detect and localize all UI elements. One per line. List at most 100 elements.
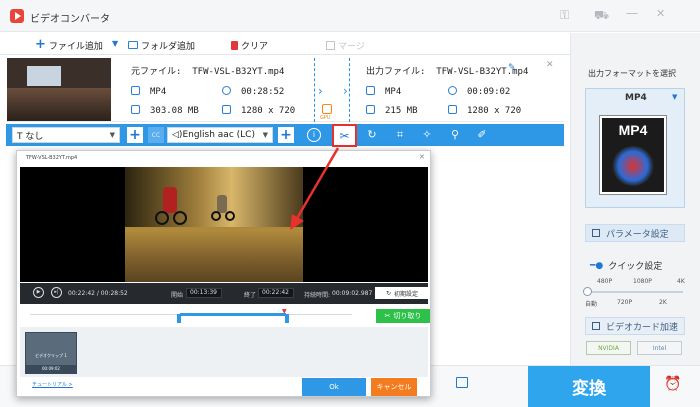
thumbnail-screen — [27, 66, 61, 86]
cc-icon[interactable]: CC — [148, 127, 164, 143]
mp4-format-icon: MP4 — [600, 116, 666, 194]
format-icon — [366, 86, 375, 95]
convert-button[interactable]: 変換 — [528, 366, 650, 407]
source-duration: 00:28:52 — [222, 86, 284, 97]
source-size: 303.08 MB — [131, 105, 199, 116]
source-resolution: 1280 x 720 — [222, 105, 295, 116]
arrow-shaft — [294, 147, 340, 221]
end-handle[interactable] — [285, 314, 289, 323]
output-size: 215 MB — [366, 105, 418, 116]
out-size-value: 215 MB — [385, 106, 418, 116]
parameter-settings-button[interactable]: パラメータ設定 — [585, 224, 685, 242]
quality-slider-track[interactable] — [587, 291, 683, 293]
bike-wheel-icon — [211, 211, 221, 221]
clear-label: クリア — [241, 41, 269, 52]
video-thumbnail[interactable] — [7, 58, 111, 121]
add-folder-button[interactable]: フォルダ追加 — [128, 38, 195, 52]
format-dropdown-icon: ▼ — [672, 93, 678, 101]
source-file-row: 元ファイル: TFW-VSL-B32YT.mp4 — [131, 64, 284, 77]
output-folder-icon[interactable] — [456, 377, 468, 388]
speaker-icon: ◁) — [172, 130, 183, 140]
clip-time: 00:09:02 — [26, 365, 76, 373]
plus-icon: + — [35, 37, 46, 52]
arrow-right-icon: › — [343, 84, 348, 98]
add-subtitle-button[interactable]: + — [127, 127, 143, 143]
tick-1080p: 1080P — [633, 278, 652, 285]
play-icon[interactable]: ▶ — [33, 287, 44, 298]
quick-settings: ━● クイック設定 — [590, 259, 663, 273]
quick-settings-label: クイック設定 — [608, 262, 663, 272]
src-format-value: MP4 — [150, 87, 167, 97]
edit-pencil-icon[interactable]: ✎ — [508, 63, 516, 73]
add-file-button[interactable]: + ファイル追加 — [35, 38, 103, 52]
clip-thumbnail[interactable]: 00:09:02 ビデオクリップ 1 — [25, 332, 77, 374]
annotation-arrow — [290, 147, 340, 230]
close-icon[interactable]: ✕ — [656, 7, 665, 20]
duration-label: 持続時間: — [304, 292, 331, 299]
output-format: MP4 — [366, 86, 401, 97]
quality-slider-knob[interactable] — [583, 287, 592, 296]
tutorial-link[interactable]: チュートリアル > — [32, 381, 73, 388]
end-time-input[interactable]: 00:22:42 — [258, 288, 294, 298]
selected-range — [180, 313, 286, 316]
reset-button[interactable]: ↻ 初期設定 — [375, 287, 429, 299]
output-file-row: 出力ファイル: TFW-VSL-B32YT.mp4 — [366, 64, 528, 77]
format-panel-title: 出力フォーマットを選択 — [588, 69, 676, 78]
cart-icon[interactable]: ⛟ — [594, 8, 609, 24]
gpu-chip-icon — [592, 322, 600, 330]
ok-button[interactable]: Ok — [302, 378, 366, 396]
alarm-clock-icon[interactable]: ⏰ — [664, 376, 681, 392]
arrow-left-icon: › — [318, 84, 323, 98]
playback-time: 00:22:42 / 00:28:52 — [68, 290, 128, 297]
format-value: MP4 — [625, 93, 647, 103]
intel-logo: Intel — [637, 341, 682, 355]
format-badge-text: MP4 — [618, 122, 648, 138]
edit-pen-icon[interactable]: ✐ — [475, 128, 489, 142]
scissors-icon: ✂ — [384, 312, 391, 320]
gpu-label: GPU — [320, 115, 331, 121]
crop-icon[interactable]: ⌗ — [393, 128, 407, 142]
chevron-down-icon[interactable]: ▼ — [112, 39, 118, 48]
playhead-marker-icon[interactable]: ▼ — [282, 308, 287, 315]
clock-icon — [448, 86, 457, 95]
clear-button[interactable]: クリア — [231, 38, 268, 52]
source-format: MP4 — [131, 86, 166, 97]
subtitle-select[interactable]: T なし ▼ — [12, 127, 120, 143]
out-format-value: MP4 — [385, 87, 402, 97]
dialog-close-icon[interactable]: ✕ — [419, 153, 425, 161]
gpu-chip-icon — [322, 104, 332, 114]
add-folder-label: フォルダ追加 — [141, 41, 196, 52]
tick-auto: 自動 — [585, 301, 598, 308]
cancel-button[interactable]: キャンセル — [371, 378, 417, 396]
resolution-icon — [448, 105, 457, 114]
end-label: 終了 — [244, 292, 257, 299]
settings-sliders-icon — [592, 229, 600, 237]
next-frame-icon[interactable]: ▸| — [51, 287, 62, 298]
start-handle[interactable] — [177, 314, 181, 323]
gpu-acceleration-button[interactable]: ビデオカード加速 — [585, 317, 685, 335]
merge-icon — [326, 40, 335, 50]
tick-2k: 2K — [659, 299, 667, 306]
thumbnail-audience — [7, 88, 111, 121]
out-duration-value: 00:09:02 — [467, 87, 511, 97]
output-resolution: 1280 x 720 — [448, 105, 521, 116]
filesize-icon — [131, 105, 140, 114]
film-reel-graphic — [612, 146, 654, 186]
cut-button[interactable]: ✂ 切り取り — [376, 309, 430, 323]
minimize-icon[interactable]: — — [626, 6, 638, 20]
merge-label: マージ — [338, 41, 365, 52]
merge-button[interactable]: マージ — [326, 38, 365, 52]
watermark-stamp-icon[interactable]: ⚲ — [448, 128, 462, 142]
audio-select-value: English aac (LC) — [182, 130, 255, 140]
effects-wand-icon[interactable]: ✧ — [420, 128, 434, 142]
audio-track-select[interactable]: ◁)English aac (LC) ▼ — [167, 127, 273, 143]
clip-label: ビデオクリップ 1 — [35, 353, 67, 358]
start-time-input[interactable]: 00:13:39 — [186, 288, 222, 298]
output-label: 出力ファイル: — [366, 67, 426, 77]
remove-file-icon[interactable]: ✕ — [546, 60, 554, 70]
cut-label: 切り取り — [393, 312, 422, 320]
rotate-icon[interactable]: ↻ — [365, 128, 379, 142]
key-icon[interactable]: ⚿ — [560, 8, 569, 23]
duration-value: 00:09:02.987 — [332, 290, 373, 297]
app-title: ビデオコンバータ — [30, 14, 110, 25]
